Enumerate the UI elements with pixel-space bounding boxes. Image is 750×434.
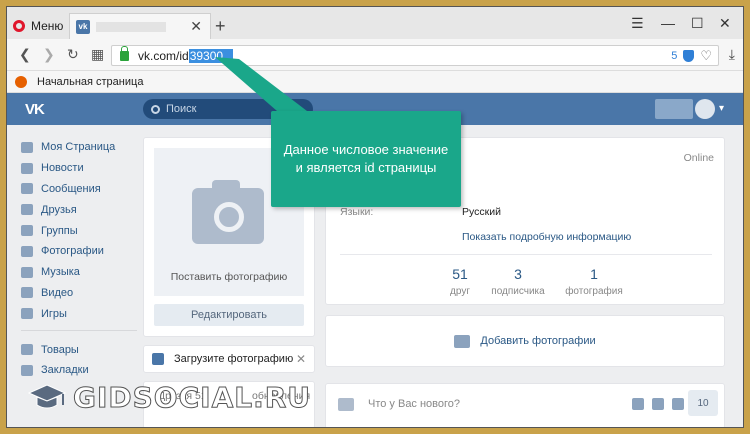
browser-window: Меню vk ✕ + ☰ — ☐ ✕ ❮ ❯ ↻ ▦ vk.com/id 393…	[6, 6, 744, 428]
annotation-callout: Данное числовое значение и является id с…	[271, 111, 461, 207]
callout-arrow-shape	[215, 57, 307, 111]
callout-text: Данное числовое значение и является id с…	[283, 142, 449, 175]
callout-arrow	[215, 57, 307, 111]
graduation-cap-icon	[27, 384, 67, 409]
watermark: GIDSOCIAL.RU	[21, 371, 311, 421]
watermark-text: GIDSOCIAL.RU	[72, 381, 312, 415]
